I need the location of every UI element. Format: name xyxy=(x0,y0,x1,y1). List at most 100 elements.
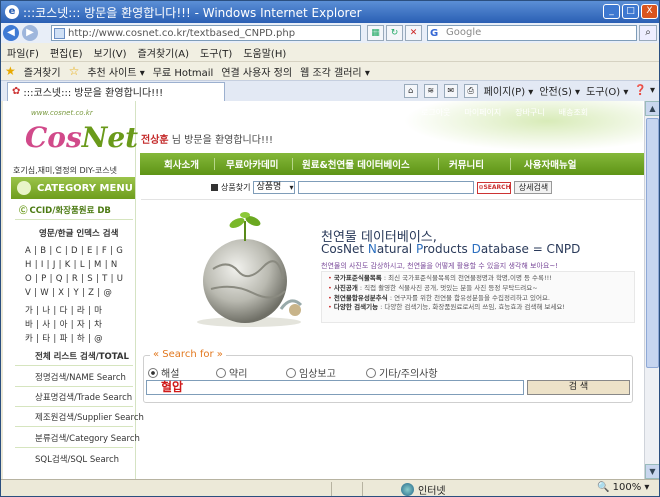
radio-pharmacology[interactable]: 약리 xyxy=(216,365,286,380)
hangul-row-3[interactable]: 카 | 타 | 파 | 하 | @ xyxy=(25,332,103,344)
radio-commentary[interactable]: 해설 xyxy=(148,365,216,380)
category-search-link[interactable]: 분류검색/Category Search xyxy=(35,432,140,444)
sql-search-link[interactable]: SQL검색/SQL Search xyxy=(35,453,119,465)
url-text: http://www.cosnet.co.kr/textbased_CNPD.p… xyxy=(68,27,296,39)
google-icon: G xyxy=(430,28,439,39)
status-divider xyxy=(331,481,332,496)
supplier-search-link[interactable]: 제조원검색/Supplier Search xyxy=(35,411,144,423)
radio-dot[interactable] xyxy=(148,367,158,378)
favorites-label[interactable]: 즐겨찾기 xyxy=(24,64,61,79)
menu-view[interactable]: 보기(V) xyxy=(94,45,127,60)
index-title: 영문/한글 인덱스 검색 xyxy=(39,229,119,239)
alpha-row-1[interactable]: A | B | C | D | E | F | G xyxy=(25,246,123,256)
tab-cosnet[interactable]: ✿ :::코스넷::: 방문을 환영합니다!!! xyxy=(7,81,225,101)
cmd-help[interactable]: ❓ ▾ xyxy=(634,85,655,96)
forward-icon[interactable]: ▶ xyxy=(22,25,38,41)
feature-item: • 천연물함유성분추식 : 연구자를 위한 천연물 함유성분들을 수집정리하고 … xyxy=(328,293,550,302)
print-icon[interactable]: ⎙ xyxy=(463,83,478,98)
search-type-select[interactable]: 상품명 xyxy=(253,181,296,194)
nav-company[interactable]: 회사소개 xyxy=(164,157,199,171)
cmd-tools[interactable]: 도구(O) ▾ xyxy=(586,83,628,98)
mail-icon[interactable]: ✉ xyxy=(443,83,458,98)
main-nav: 회사소개 무료아카데미 원료&천연물 데이터베이스 커뮤니티 사용자매뉴얼 xyxy=(140,153,644,175)
scroll-thumb[interactable] xyxy=(646,118,659,368)
radio-dot[interactable] xyxy=(366,367,376,378)
nav-divider xyxy=(438,158,439,170)
leaf-icon xyxy=(17,181,31,195)
bullet-icon xyxy=(211,184,218,191)
delivery-link[interactable]: 배송조회 xyxy=(559,107,588,118)
home-icon[interactable]: ⌂ xyxy=(403,83,418,98)
mypage-link[interactable]: 마이페이지 xyxy=(464,107,501,118)
radio-dot[interactable] xyxy=(216,367,226,378)
detail-search-button[interactable]: 상세검색 xyxy=(514,181,553,194)
compat-icon[interactable]: ▦ xyxy=(367,25,384,41)
zoom-control[interactable]: 🔍 100% ▾ xyxy=(597,482,649,493)
menu-favorites[interactable]: 즐겨찾기(A) xyxy=(138,45,189,60)
alpha-row-4[interactable]: V | W | X | Y | Z | @ xyxy=(25,288,112,298)
nav-academy[interactable]: 무료아카데미 xyxy=(226,157,278,171)
total-search-link[interactable]: 전체 리스트 검색/TOTAL xyxy=(35,350,129,362)
window-title: :::코스넷::: 방문을 환영합니다!!! - Windows Interne… xyxy=(23,5,362,20)
page-content: www.cosnet.co.kr CosNet 호기심,재미,열정의 DIY-코… xyxy=(3,101,644,479)
product-search-button[interactable]: ⊙SEARCH xyxy=(477,181,512,194)
divider xyxy=(141,199,644,200)
feature-item: • 국가표준식물목록 : 최신 국가표준식물목록의 천연물정명과 학명,이명 등… xyxy=(328,274,552,282)
nav-divider xyxy=(510,158,511,170)
add-favorite-icon[interactable]: ☆ xyxy=(69,64,80,78)
scroll-up-icon[interactable]: ▲ xyxy=(645,101,659,116)
tab-label: :::코스넷::: 방문을 환영합니다!!! xyxy=(23,88,164,99)
vertical-scrollbar[interactable]: ▲ ▼ xyxy=(644,101,659,479)
nav-manual[interactable]: 사용자매뉴얼 xyxy=(524,157,576,171)
radio-other[interactable]: 기타/주의사항 xyxy=(366,365,456,380)
fav-item-suggested[interactable]: 추천 사이트 ▾ xyxy=(87,64,144,79)
radio-dot[interactable] xyxy=(286,367,296,378)
close-button[interactable]: X xyxy=(641,4,658,19)
maximize-button[interactable]: □ xyxy=(622,4,639,19)
fav-item-hotmail[interactable]: 무료 Hotmail xyxy=(153,64,214,79)
menu-edit[interactable]: 편집(E) xyxy=(50,45,83,60)
stop-icon[interactable]: ✕ xyxy=(405,25,422,41)
menu-file[interactable]: 파일(F) xyxy=(7,45,39,60)
product-search-bar: 상품찾기 상품명 ⊙SEARCH 상세검색 xyxy=(211,181,553,194)
nav-database[interactable]: 원료&천연물 데이터베이스 xyxy=(302,157,410,171)
category-menu-header: CATEGORY MENU xyxy=(11,177,135,199)
minimize-button[interactable]: _ xyxy=(603,4,620,19)
alpha-row-2[interactable]: H | I | J | K | L | M | N xyxy=(25,260,118,270)
radio-clinical[interactable]: 임상보고 xyxy=(286,365,366,380)
hangul-row-2[interactable]: 바 | 사 | 아 | 자 | 차 xyxy=(25,318,102,330)
product-search-input[interactable] xyxy=(298,181,475,194)
hangul-row-1[interactable]: 가 | 나 | 다 | 라 | 마 xyxy=(25,304,102,316)
ccid-link[interactable]: Ⓒ CCID/화장품원료 DB xyxy=(19,204,111,216)
browser-window: e :::코스넷::: 방문을 환영합니다!!! - Windows Inter… xyxy=(0,0,660,497)
divider xyxy=(15,365,133,366)
cmd-page[interactable]: 페이지(P) ▾ xyxy=(484,83,534,98)
menu-help[interactable]: 도움말(H) xyxy=(243,45,286,60)
refresh-icon[interactable]: ↻ xyxy=(386,25,403,41)
name-search-link[interactable]: 정명검색/NAME Search xyxy=(35,371,126,383)
security-zone[interactable]: 인터넷 xyxy=(401,482,446,496)
tab-bar: ✿ :::코스넷::: 방문을 환영합니다!!! ⌂ ≋ ✉ ⎙ 페이지(P) … xyxy=(1,80,659,101)
feed-icon[interactable]: ≋ xyxy=(423,83,438,98)
menu-tools[interactable]: 도구(T) xyxy=(200,45,232,60)
search-icon[interactable]: ⌕ xyxy=(639,25,657,41)
query-input[interactable]: 혈압 xyxy=(146,380,524,395)
divider xyxy=(15,426,133,427)
scroll-down-icon[interactable]: ▼ xyxy=(645,464,659,479)
cart-link[interactable]: 장바구니 xyxy=(515,107,544,118)
cmd-safety[interactable]: 안전(S) ▾ xyxy=(539,83,580,98)
back-icon[interactable]: ◀ xyxy=(3,25,19,41)
cosnet-logo[interactable]: CosNet xyxy=(25,121,138,154)
nav-community[interactable]: 커뮤니티 xyxy=(449,157,484,171)
search-input[interactable]: G Google xyxy=(427,25,637,41)
search-button[interactable]: 검 색 xyxy=(527,380,630,395)
fav-item-webslice[interactable]: 웹 조각 갤러리 ▾ xyxy=(300,64,370,79)
trade-search-link[interactable]: 상표명검색/Trade Search xyxy=(35,391,132,403)
logout-link[interactable]: 로그아웃 xyxy=(421,107,450,118)
fav-item-customize[interactable]: 연결 사용자 정의 xyxy=(221,64,292,79)
url-field[interactable]: http://www.cosnet.co.kr/textbased_CNPD.p… xyxy=(51,25,361,41)
search-legend: « Search for » xyxy=(150,349,226,360)
logo-url: www.cosnet.co.kr xyxy=(31,109,93,117)
alpha-row-3[interactable]: O | P | Q | R | S | T | U xyxy=(25,274,123,284)
feature-item: • 다양한 검색기능 : 다양한 검색기능, 화장품원료로서의 쓰임, 효능효과… xyxy=(328,303,565,312)
